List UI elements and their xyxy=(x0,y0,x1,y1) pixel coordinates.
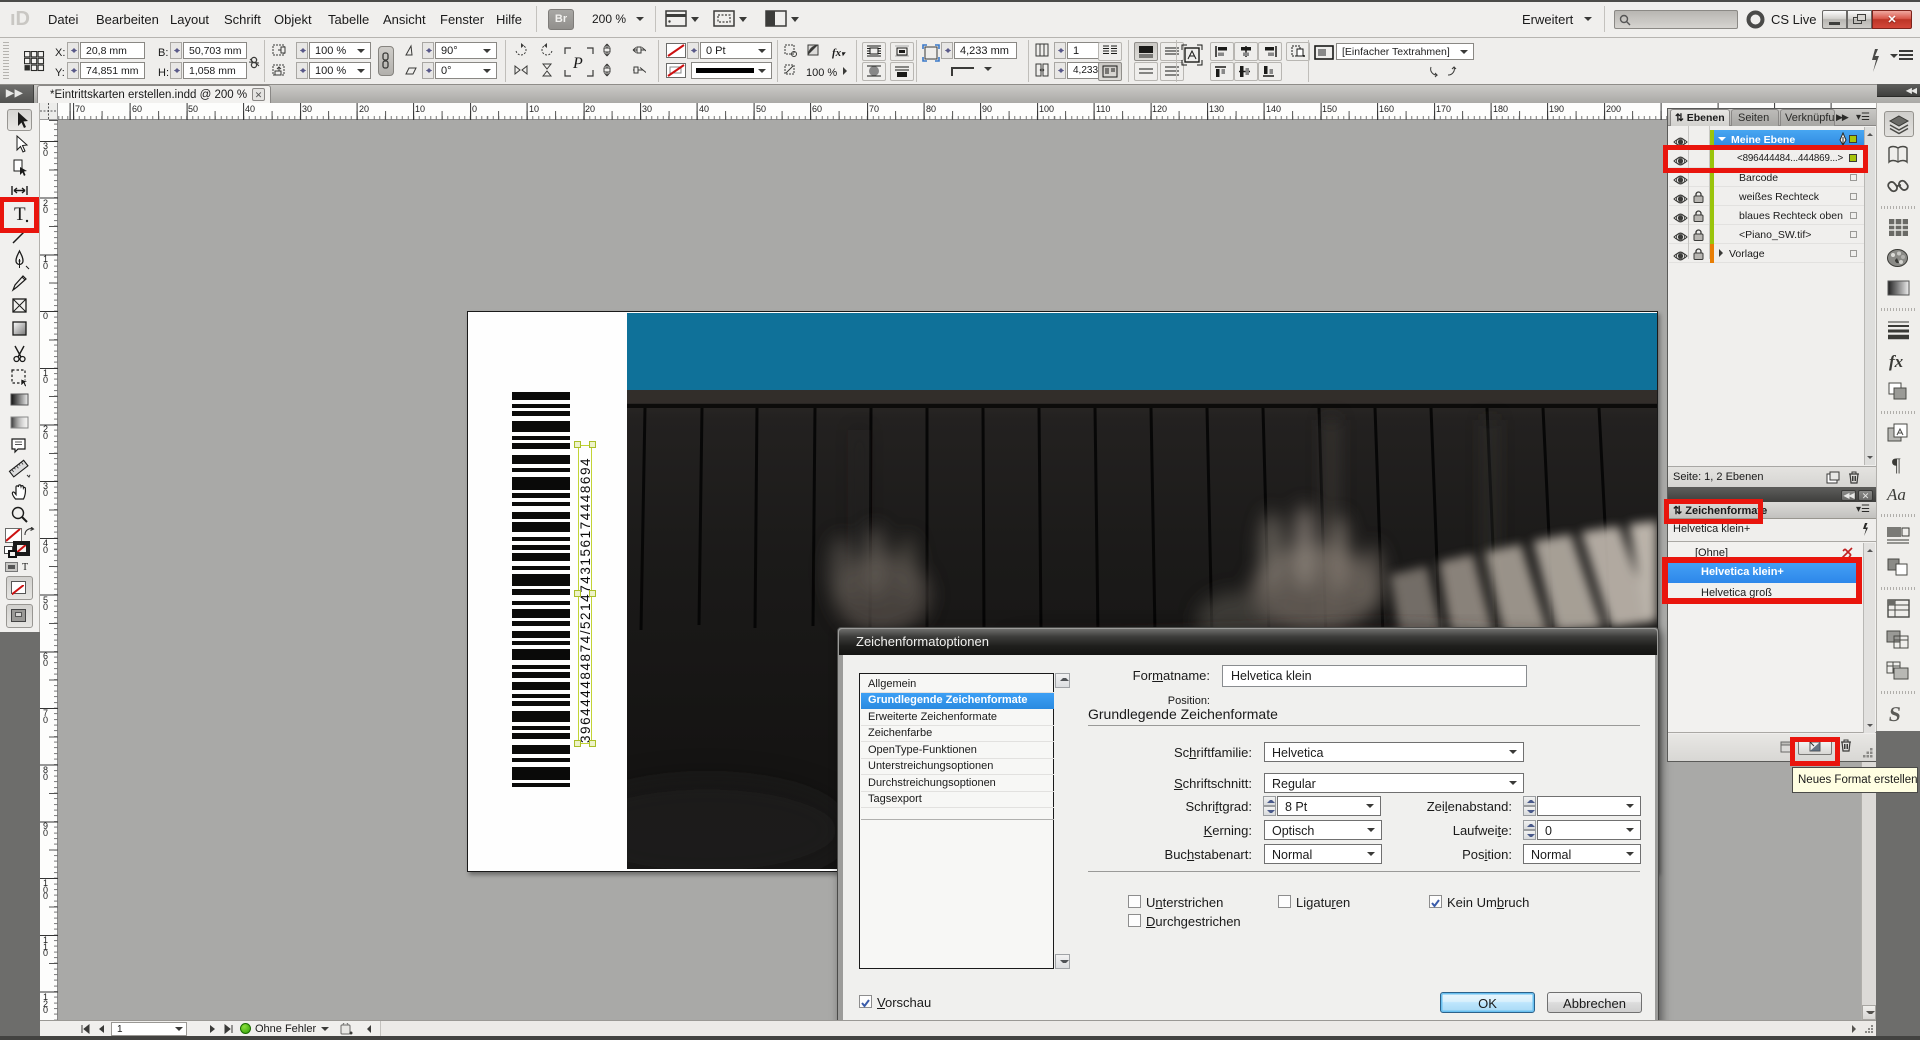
svg-text:S: S xyxy=(1887,702,1902,725)
svg-text:¶: ¶ xyxy=(1892,455,1901,476)
svg-text:fx: fx xyxy=(1889,352,1904,371)
svg-text:Aa: Aa xyxy=(1886,485,1906,504)
svg-text:P: P xyxy=(572,55,583,72)
